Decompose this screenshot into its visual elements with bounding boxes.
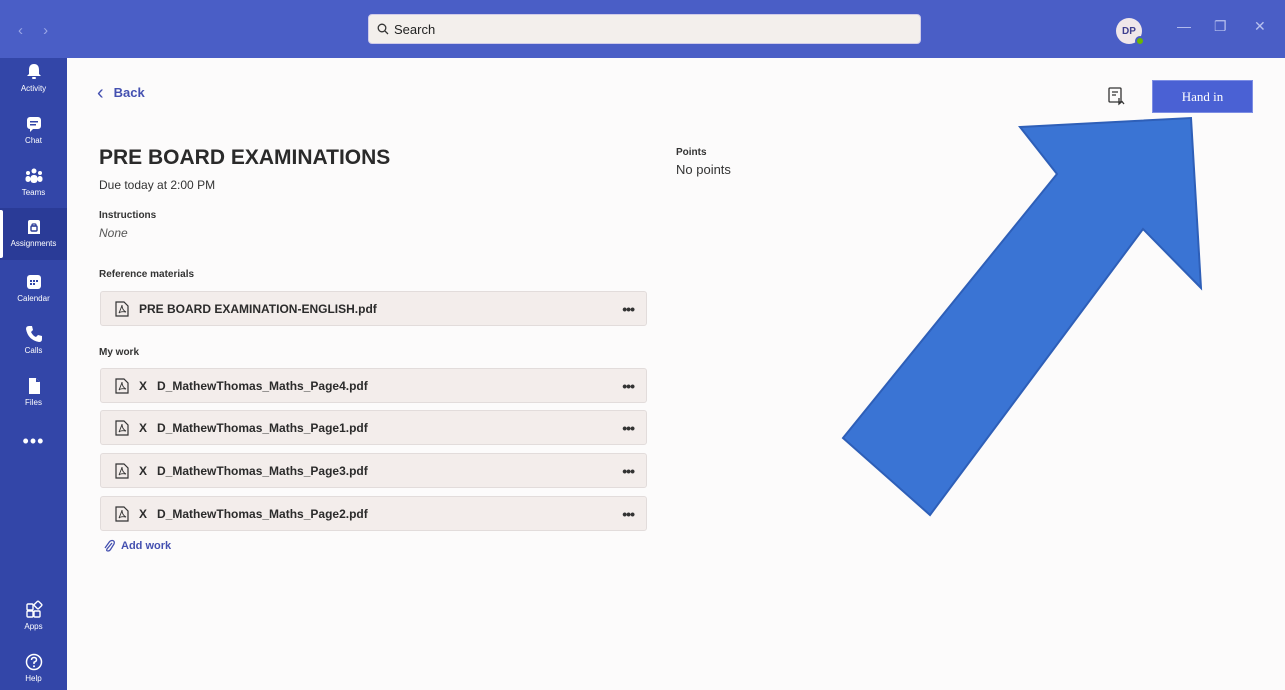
search-icon (377, 23, 389, 35)
rail-item-files[interactable]: Files (0, 374, 67, 414)
add-work-label: Add work (121, 540, 172, 552)
assignments-icon (27, 220, 40, 234)
rail-label: Files (25, 398, 42, 407)
pdf-icon (115, 419, 129, 436)
rail-item-apps[interactable]: Apps (0, 598, 67, 638)
reference-file[interactable]: PRE BOARD EXAMINATION-ENGLISH.pdf ••• (100, 291, 647, 326)
more-options-icon[interactable]: ••• (622, 378, 635, 394)
bell-icon (26, 64, 41, 79)
due-date: Due today at 2:00 PM (99, 178, 216, 192)
remove-file-button[interactable]: X (139, 464, 147, 478)
work-file[interactable]: X D_MathewThomas_Maths_Page1.pdf ••• (100, 410, 647, 445)
chat-icon (26, 117, 41, 132)
remove-file-button[interactable]: X (139, 379, 147, 393)
maximize-icon[interactable]: ❐ (1214, 18, 1227, 35)
rail-item-teams[interactable]: Teams (0, 164, 67, 204)
rail-label: Apps (24, 622, 43, 631)
pdf-icon (115, 300, 129, 317)
pdf-icon (115, 377, 129, 394)
chevron-left-icon: ‹ (97, 81, 104, 104)
instructions-value: None (99, 226, 128, 240)
teams-icon (25, 168, 42, 183)
calendar-icon (26, 275, 41, 289)
points-label: Points (676, 147, 707, 158)
immersive-reader-icon[interactable] (1107, 86, 1127, 106)
file-name: D_MathewThomas_Maths_Page3.pdf (157, 463, 368, 478)
rail-item-activity[interactable]: Activity (0, 60, 67, 100)
rail-item-help[interactable]: Help (0, 650, 67, 690)
reference-materials-label: Reference materials (99, 269, 195, 280)
avatar-initials: DP (1122, 25, 1136, 37)
more-options-icon[interactable]: ••• (622, 506, 635, 522)
my-work-label: My work (99, 347, 140, 358)
rail-item-chat[interactable]: Chat (0, 112, 67, 152)
work-file[interactable]: X D_MathewThomas_Maths_Page3.pdf ••• (100, 453, 647, 488)
file-name: D_MathewThomas_Maths_Page2.pdf (157, 506, 368, 521)
more-options-icon[interactable]: ••• (622, 301, 635, 317)
file-icon (28, 378, 40, 394)
assignment-detail: ‹ Back PRE BOARD EXAMINATIONS Due today … (67, 58, 1285, 690)
rail-item-calls[interactable]: Calls (0, 322, 67, 362)
more-options-icon[interactable]: ••• (622, 420, 635, 436)
apps-icon (25, 600, 43, 618)
remove-file-button[interactable]: X (139, 507, 147, 521)
avatar[interactable]: DP (1116, 18, 1145, 46)
minimize-icon[interactable]: — (1177, 18, 1191, 34)
rail-label: Activity (20, 84, 47, 93)
work-file[interactable]: X D_MathewThomas_Maths_Page2.pdf ••• (100, 496, 647, 531)
rail-label: Assignments (10, 239, 57, 248)
help-icon (25, 653, 42, 671)
title-bar: ‹ › Search DP — ❐ ✕ (0, 0, 1285, 58)
paperclip-icon (104, 539, 115, 552)
back-forward-arrows[interactable]: ‹ › (18, 22, 56, 39)
back-label: Back (113, 85, 145, 100)
rail-label: Calls (24, 346, 43, 355)
hand-in-button[interactable]: Hand in (1152, 80, 1253, 113)
work-file[interactable]: X D_MathewThomas_Maths_Page4.pdf ••• (100, 368, 647, 403)
rail-label: Teams (21, 188, 46, 197)
rail-label: Calendar (17, 294, 50, 303)
presence-available-icon (1135, 36, 1145, 46)
more-options-icon[interactable]: ••• (622, 463, 635, 479)
rail-label: Help (25, 674, 42, 683)
file-name: PRE BOARD EXAMINATION-ENGLISH.pdf (139, 301, 377, 316)
pdf-icon (115, 505, 129, 522)
more-apps-icon[interactable]: ••• (0, 432, 67, 450)
file-name: D_MathewThomas_Maths_Page1.pdf (157, 420, 368, 435)
phone-icon (25, 326, 42, 342)
search-placeholder: Search (394, 21, 436, 37)
rail-label: Chat (25, 136, 42, 145)
remove-file-button[interactable]: X (139, 421, 147, 435)
close-icon[interactable]: ✕ (1254, 18, 1266, 35)
instructions-label: Instructions (99, 210, 157, 221)
points-value: No points (676, 162, 731, 177)
back-button[interactable]: ‹ Back (97, 81, 145, 104)
rail-item-assignments[interactable]: Assignments (0, 208, 67, 260)
app-bar: Activity Chat Teams Assignments Calendar… (0, 58, 67, 690)
add-work-button[interactable]: Add work (103, 539, 171, 553)
pdf-icon (115, 462, 129, 479)
file-name: D_MathewThomas_Maths_Page4.pdf (157, 378, 368, 393)
assignment-title: PRE BOARD EXAMINATIONS (99, 146, 391, 169)
search-input[interactable]: Search (368, 14, 921, 44)
rail-item-calendar[interactable]: Calendar (0, 270, 67, 310)
